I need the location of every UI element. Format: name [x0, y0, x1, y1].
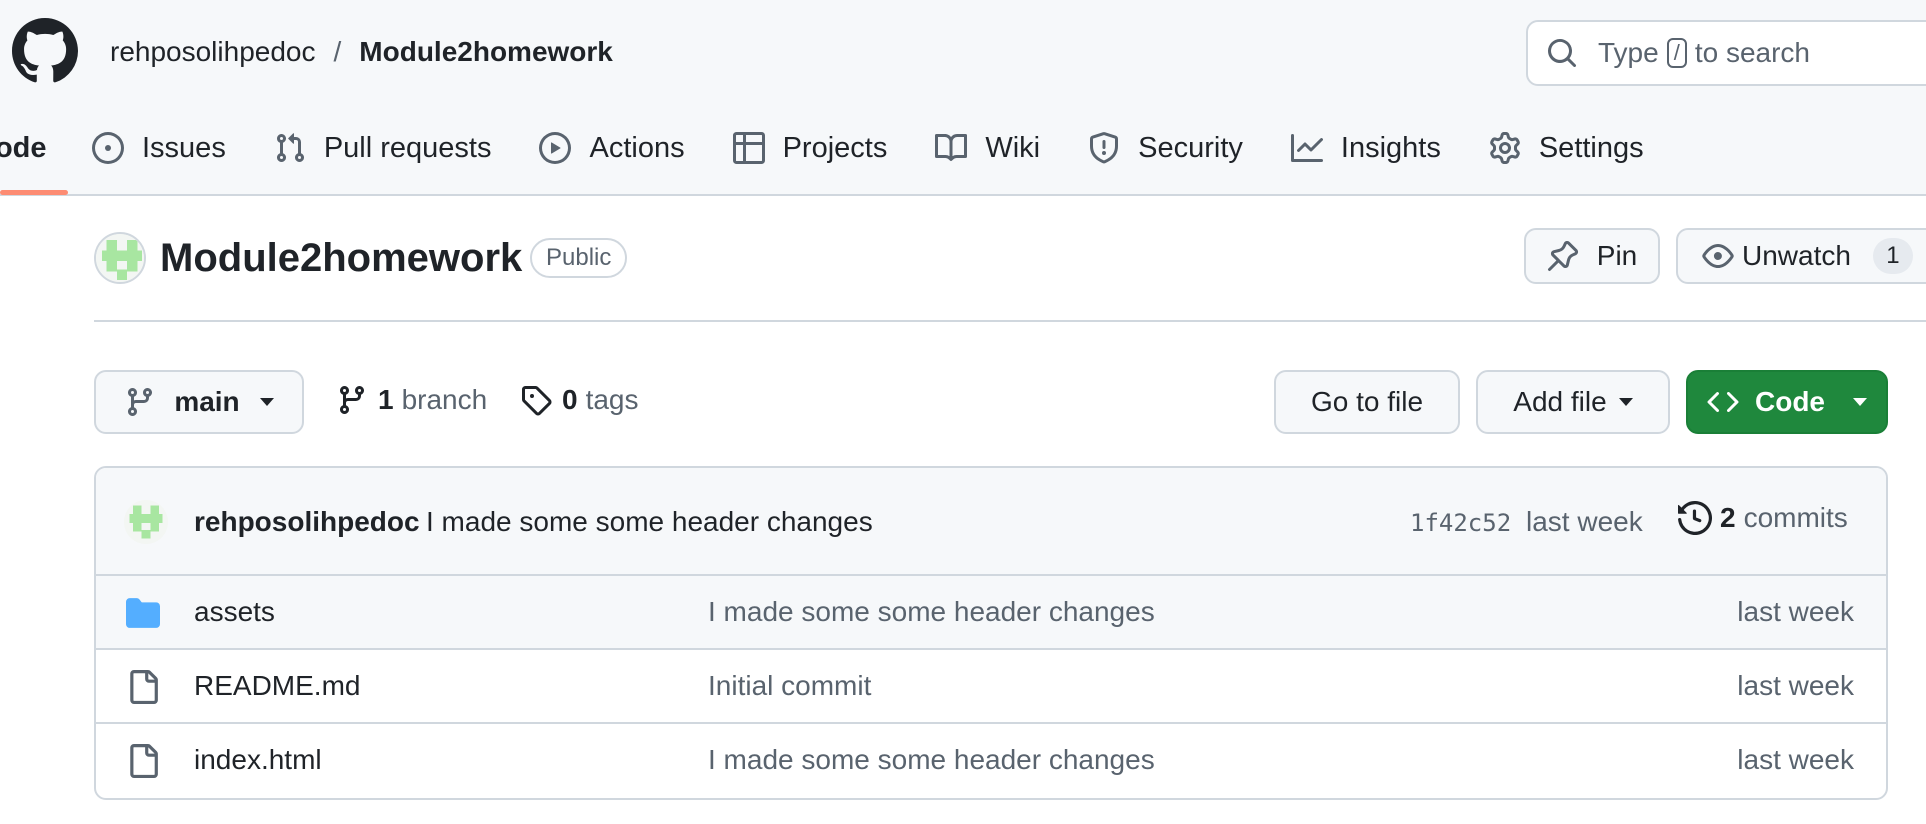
add-file-button[interactable]: Add file — [1476, 370, 1670, 434]
tab-actions[interactable]: Actions — [515, 118, 708, 178]
graph-icon — [1290, 134, 1323, 162]
branches-link[interactable]: 1 branch — [336, 384, 487, 416]
file-name-link[interactable]: index.html — [194, 742, 322, 778]
title-divider — [94, 320, 1926, 322]
table-icon — [732, 132, 765, 164]
tab-issues-label: Issues — [142, 131, 226, 164]
tab-insights[interactable]: Insights — [1267, 118, 1465, 178]
file-commit-message-link[interactable]: I made some some header changes — [708, 594, 1155, 630]
tab-code-label: Code — [0, 131, 47, 164]
repo-title[interactable]: Module2homework — [160, 234, 522, 282]
tags-link[interactable]: 0 tags — [520, 384, 639, 416]
avatar[interactable] — [124, 500, 168, 544]
eye-icon — [1702, 244, 1734, 268]
code-button-label: Code — [1755, 386, 1825, 417]
file-name-link[interactable]: README.md — [194, 668, 360, 704]
file-commit-message-link[interactable]: Initial commit — [708, 668, 871, 704]
search-placeholder-text: Type — [1598, 37, 1659, 68]
git-branch-icon — [128, 388, 153, 417]
search-input[interactable]: Type / to search — [1526, 20, 1926, 86]
git-pull-request-icon — [276, 133, 304, 163]
file-commit-message-link[interactable]: I made some some header changes — [708, 742, 1155, 778]
book-icon — [935, 133, 968, 161]
add-file-label: Add file — [1513, 386, 1607, 417]
repo-header: rehposolihpedoc / Module2homework Type /… — [0, 0, 1926, 196]
table-row[interactable]: index.html I made some some header chang… — [96, 724, 1886, 798]
tab-actions-label: Actions — [589, 131, 685, 164]
github-logo-icon[interactable] — [12, 18, 78, 84]
search-placeholder-text-end: to search — [1694, 37, 1810, 68]
file-browser: rehposolihpedoc I made some some header … — [94, 466, 1888, 800]
code-button[interactable]: Code — [1686, 370, 1888, 434]
issue-opened-icon — [92, 132, 124, 164]
branches-count: 1 — [378, 384, 394, 415]
commit-time: last week — [1526, 506, 1643, 537]
chevron-down-icon — [259, 398, 274, 406]
tab-projects-label: Projects — [782, 131, 888, 164]
watch-count-badge: 1 — [1872, 238, 1913, 274]
gear-icon — [1490, 132, 1520, 164]
repo-owner-avatar[interactable] — [94, 232, 146, 284]
branches-label: branch — [401, 384, 488, 415]
tab-projects[interactable]: Projects — [709, 118, 912, 178]
tab-insights-label: Insights — [1340, 131, 1441, 164]
search-icon — [1548, 39, 1577, 68]
visibility-badge: Public — [530, 238, 628, 278]
search-placeholder: Type / to search — [1598, 37, 1810, 69]
tab-settings-label: Settings — [1538, 131, 1644, 164]
tab-security[interactable]: Security — [1064, 118, 1267, 178]
go-to-file-button[interactable]: Go to file — [1274, 370, 1460, 434]
tab-pull-requests-label: Pull requests — [323, 131, 492, 164]
unwatch-button[interactable]: Unwatch 1 — [1676, 228, 1926, 284]
tab-issues[interactable]: Issues — [68, 118, 250, 178]
commit-message-link[interactable]: I made some some header changes — [426, 504, 873, 540]
tags-count: 0 — [562, 384, 578, 415]
owner-link[interactable]: rehposolihpedoc — [110, 34, 316, 70]
pin-icon — [1547, 240, 1578, 271]
repo-link[interactable]: Module2homework — [359, 34, 613, 70]
file-icon — [130, 670, 158, 704]
search-shortcut-key: / — [1666, 38, 1687, 68]
selected-tab-underline — [0, 190, 68, 195]
tab-code[interactable]: Code — [0, 118, 68, 178]
breadcrumb-separator: / — [333, 36, 342, 67]
tab-security-label: Security — [1138, 131, 1243, 164]
commit-author-link[interactable]: rehposolihpedoc — [194, 504, 420, 540]
play-icon — [539, 132, 572, 164]
commit-sha-link[interactable]: 1f42c52 — [1410, 506, 1511, 540]
code-icon — [1707, 391, 1739, 413]
tab-settings[interactable]: Settings — [1465, 118, 1668, 178]
branch-name: main — [174, 386, 240, 417]
tab-wiki[interactable]: Wiki — [911, 118, 1064, 178]
commits-history-link[interactable]: 2 commits — [1678, 500, 1848, 536]
pin-button-label: Pin — [1596, 240, 1638, 271]
commits-count: 2 — [1720, 502, 1736, 533]
tab-wiki-label: Wiki — [985, 131, 1041, 164]
folder-icon — [126, 598, 160, 628]
table-row[interactable]: README.md Initial commit last week — [96, 650, 1886, 724]
repo-nav-tabs: Code Issues Pull requests Actions Projec… — [0, 118, 1668, 196]
go-to-file-label: Go to file — [1310, 386, 1424, 417]
shield-icon — [1090, 132, 1119, 164]
breadcrumb: rehposolihpedoc / Module2homework — [110, 34, 613, 70]
branch-selector-button[interactable]: main — [94, 370, 304, 434]
file-commit-time: last week — [1737, 670, 1854, 701]
file-icon — [130, 744, 158, 778]
commits-label: commits — [1743, 502, 1848, 533]
chevron-down-icon — [1853, 398, 1867, 406]
chevron-down-icon — [1618, 398, 1633, 406]
tag-icon — [522, 386, 552, 416]
file-name-link[interactable]: assets — [194, 594, 275, 630]
pin-button[interactable]: Pin — [1524, 228, 1660, 284]
tags-label: tags — [585, 384, 639, 415]
tab-pull-requests[interactable]: Pull requests — [250, 118, 516, 178]
unwatch-button-label: Unwatch — [1742, 240, 1851, 271]
file-commit-time: last week — [1737, 596, 1854, 627]
git-branch-icon — [339, 386, 364, 415]
table-row[interactable]: assets I made some some header changes l… — [96, 576, 1886, 650]
latest-commit-bar: rehposolihpedoc I made some some header … — [96, 468, 1886, 576]
file-commit-time: last week — [1737, 744, 1854, 775]
history-icon — [1678, 501, 1712, 535]
